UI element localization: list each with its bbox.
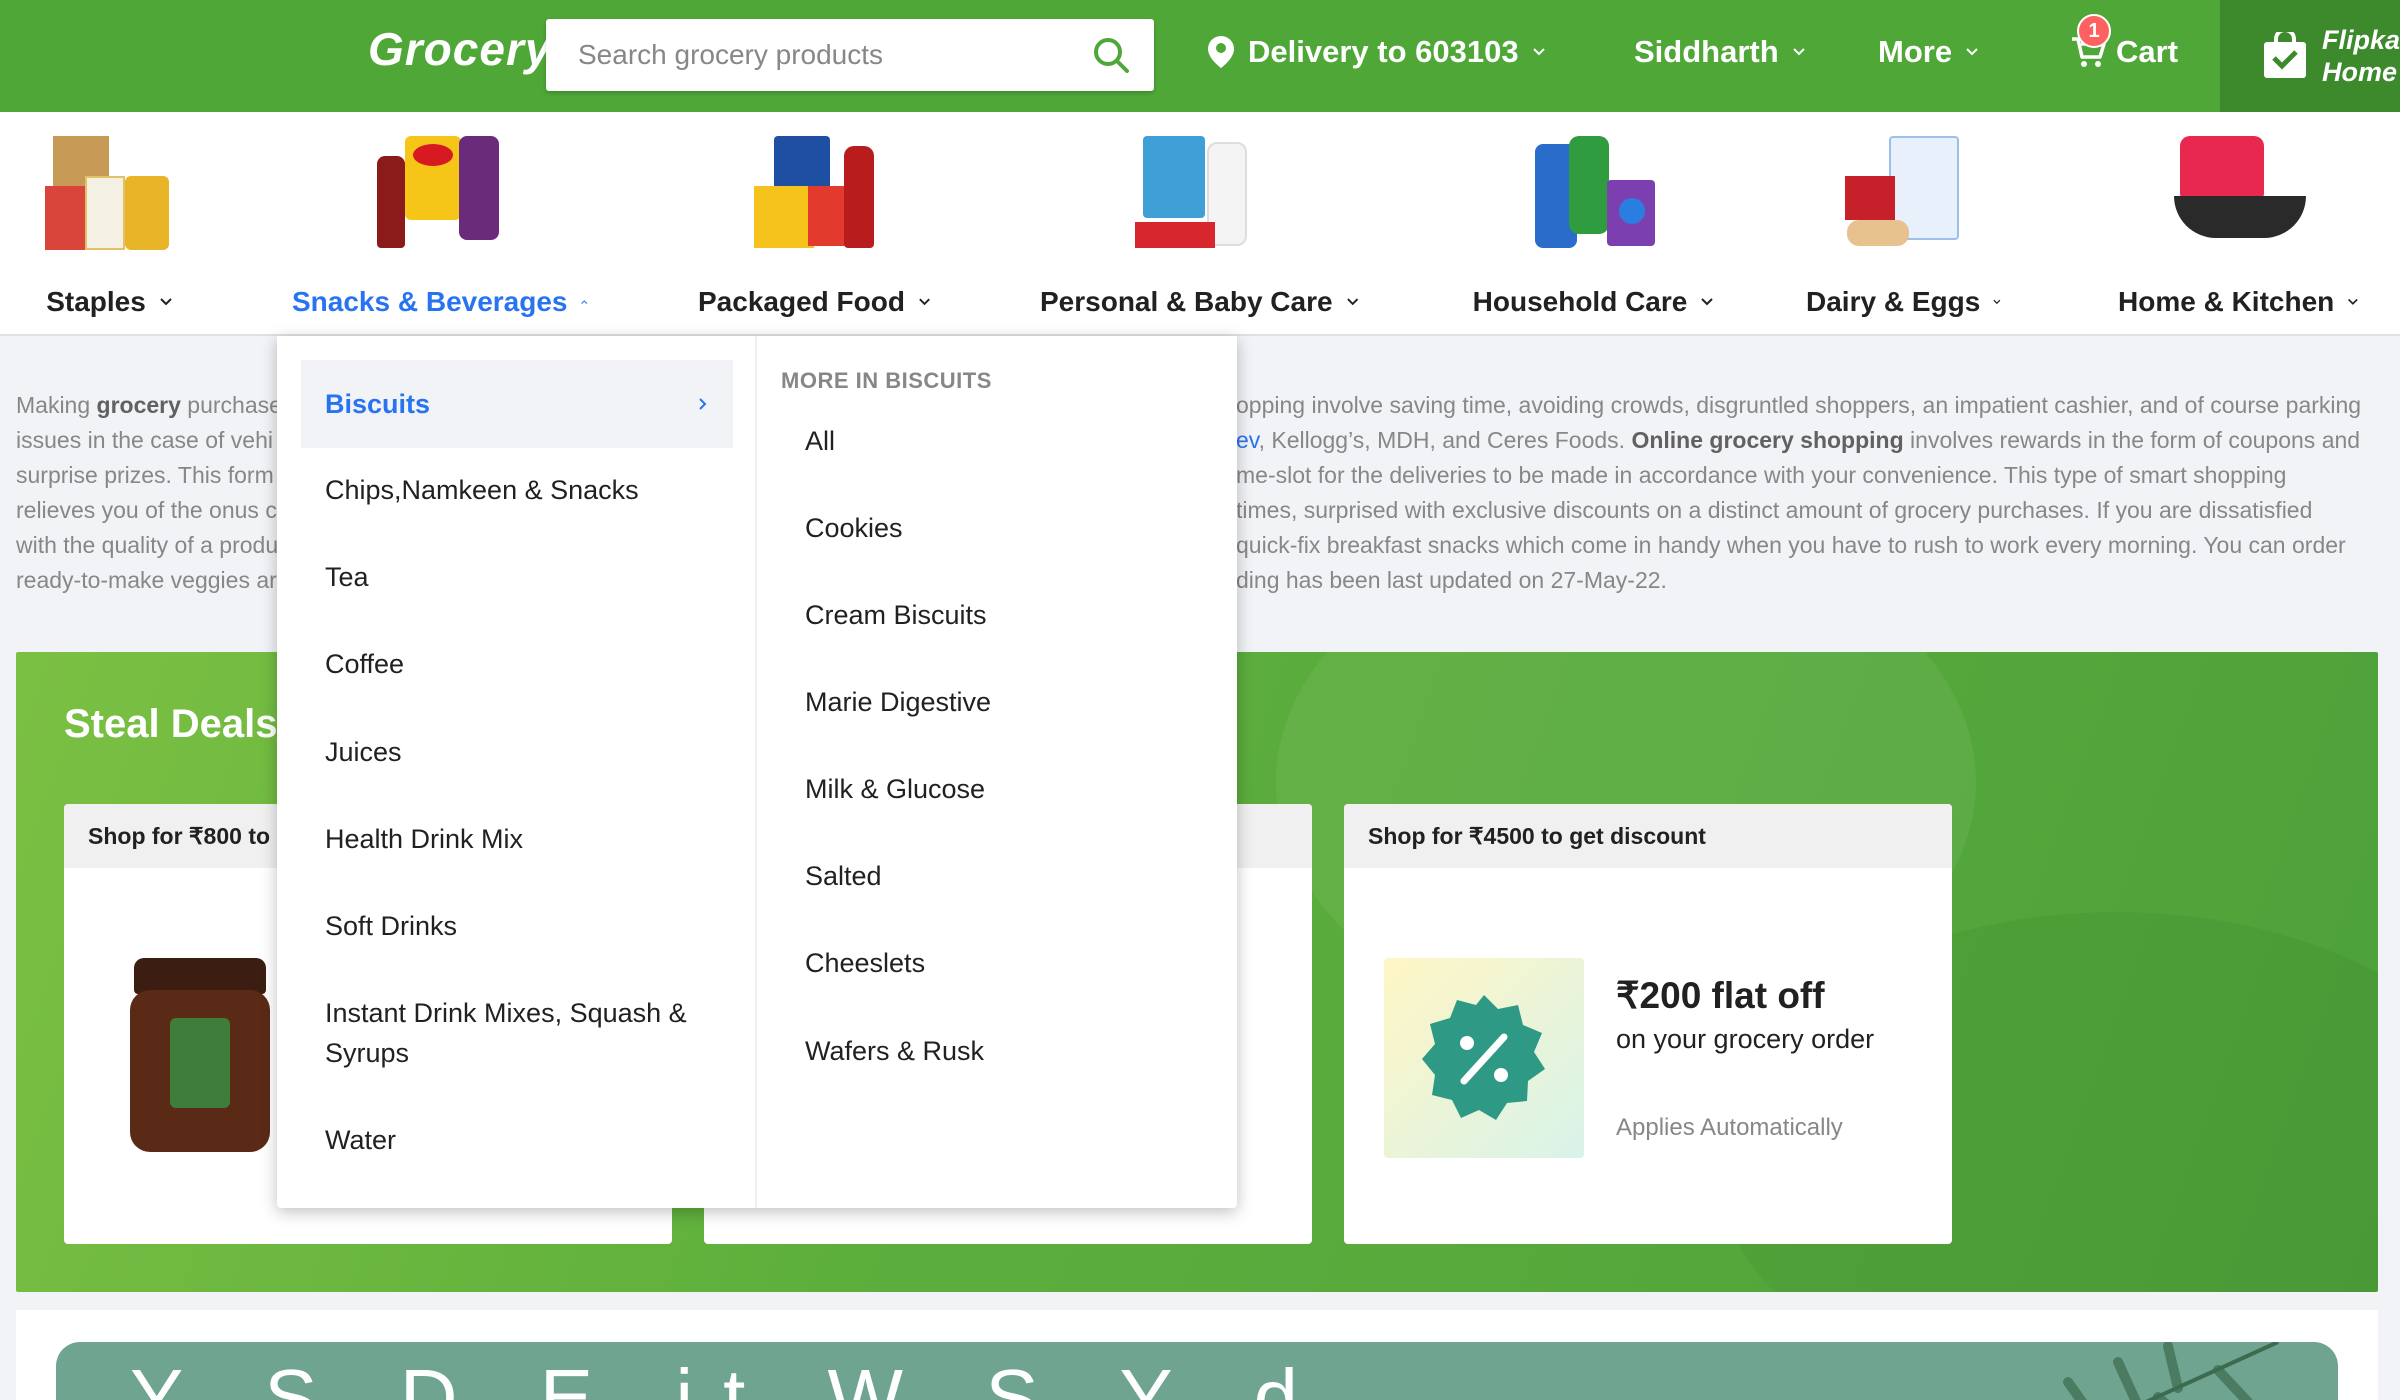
- more-in-heading: MORE IN BISCUITS: [781, 368, 992, 393]
- subcategory-water[interactable]: Water: [301, 1120, 733, 1160]
- category-staples[interactable]: Staples: [28, 112, 192, 336]
- flipkart-home-button[interactable]: Flipkart Home: [2220, 0, 2400, 112]
- cart-count-badge: 1: [2077, 14, 2111, 48]
- household-care-image: [1529, 136, 1659, 266]
- chevron-right-icon: [699, 398, 707, 410]
- leaf-decoration-icon: [2063, 1342, 2279, 1400]
- biscuits-wafers-rusk-link[interactable]: Wafers & Rusk: [805, 1036, 984, 1067]
- delivery-label: Delivery to 603103: [1248, 34, 1519, 69]
- delivery-location-selector[interactable]: Delivery to 603103: [1208, 34, 1547, 70]
- chevron-down-icon: [919, 298, 930, 306]
- subcategory-chips-namkeen-snacks[interactable]: Chips,Namkeen & Snacks: [301, 470, 733, 510]
- category-label: Staples: [46, 286, 146, 317]
- coffee-jar-image: [130, 958, 270, 1152]
- category-label: Home & Kitchen: [2118, 286, 2335, 317]
- offer-title: ₹200 flat off: [1616, 975, 1825, 1016]
- location-pin-icon: [1208, 36, 1234, 68]
- subcategory-juices[interactable]: Juices: [301, 732, 733, 772]
- top-header: Grocery Delivery to 603103 Siddharth Mor…: [0, 0, 2400, 112]
- chevron-down-icon: [2348, 298, 2359, 305]
- fruits-vegetables-banner[interactable]: Y S D E it W S Y d: [56, 1342, 2338, 1400]
- dairy-eggs-image: [1839, 136, 1969, 266]
- chevron-down-icon: [1346, 298, 1358, 306]
- offer-note: Applies Automatically: [1616, 1114, 1843, 1141]
- snacks-beverages-image: [375, 136, 505, 266]
- category-label: Snacks & Beverages: [292, 286, 568, 317]
- category-snacks-beverages[interactable]: Snacks & Beverages: [292, 112, 588, 336]
- grocery-logo[interactable]: Grocery: [368, 22, 551, 76]
- deal-card-heading: Shop for ₹4500 to get discount: [1344, 804, 1952, 868]
- category-label: Packaged Food: [698, 286, 905, 317]
- packaged-food-image: [750, 136, 880, 266]
- biscuits-milk-glucose-link[interactable]: Milk & Glucose: [805, 774, 985, 805]
- account-menu[interactable]: Siddharth: [1634, 34, 1807, 70]
- flipkart-bag-icon: [2264, 32, 2306, 78]
- subcategory-list: Biscuits Chips,Namkeen & Snacks Tea Coff…: [277, 336, 757, 1208]
- biscuits-all-link[interactable]: All: [805, 426, 835, 457]
- flipkart-home-label: Flipkart Home: [2322, 25, 2400, 87]
- category-dairy-eggs[interactable]: Dairy & Eggs: [1806, 112, 2002, 336]
- biscuits-salted-link[interactable]: Salted: [805, 861, 882, 892]
- chevron-down-icon: [1966, 48, 1978, 56]
- more-label: More: [1878, 34, 1953, 69]
- description-link[interactable]: ev: [1236, 427, 1259, 453]
- subcategory-coffee[interactable]: Coffee: [301, 644, 733, 684]
- subcategory-biscuits[interactable]: Biscuits: [301, 360, 733, 448]
- discount-badge-image: [1384, 958, 1584, 1158]
- subcategory-soft-drinks[interactable]: Soft Drinks: [301, 906, 733, 946]
- chevron-down-icon: [1993, 299, 2001, 305]
- deal-card[interactable]: Shop for ₹4500 to get discount ₹200 flat…: [1344, 804, 1952, 1244]
- category-packaged-food[interactable]: Packaged Food: [698, 112, 932, 336]
- staples-image: [45, 136, 175, 266]
- subcategory-instant-drink-mixes[interactable]: Instant Drink Mixes, Squash & Syrups: [301, 993, 733, 1073]
- category-household-care[interactable]: Household Care: [1460, 112, 1728, 336]
- description-right-fragment: opping involve saving time, avoiding cro…: [1236, 392, 2362, 593]
- biscuits-cream-link[interactable]: Cream Biscuits: [805, 600, 987, 631]
- user-name: Siddharth: [1634, 34, 1779, 69]
- chevron-down-icon: [1532, 48, 1545, 56]
- bottom-section: Y S D E it W S Y d: [16, 1310, 2378, 1400]
- biscuits-cookies-link[interactable]: Cookies: [805, 513, 903, 544]
- category-personal-baby-care[interactable]: Personal & Baby Care: [1040, 112, 1360, 336]
- search-icon[interactable]: [1092, 36, 1130, 74]
- snacks-beverages-dropdown: Biscuits Chips,Namkeen & Snacks Tea Coff…: [277, 336, 1237, 1208]
- description-left-fragment: Making grocery purchase issues in the ca…: [16, 392, 282, 593]
- chevron-down-icon: [1792, 48, 1805, 56]
- more-in-biscuits-panel: MORE IN BISCUITS All Cookies Cream Biscu…: [757, 336, 1237, 1208]
- category-label: Household Care: [1472, 286, 1688, 317]
- category-label: Dairy & Eggs: [1806, 286, 1981, 317]
- chevron-up-icon: [580, 300, 587, 304]
- more-menu[interactable]: More: [1878, 34, 1980, 70]
- subcategory-tea[interactable]: Tea: [301, 557, 733, 597]
- offer-subtitle: on your grocery order: [1616, 1024, 1875, 1054]
- banner-text: Y S D E it W S Y d: [130, 1353, 1329, 1400]
- chevron-down-icon: [160, 298, 172, 306]
- biscuits-cheeslets-link[interactable]: Cheeslets: [805, 948, 925, 979]
- chevron-down-icon: [1701, 298, 1714, 306]
- search-box[interactable]: [546, 19, 1154, 91]
- home-kitchen-image: [2174, 136, 2306, 266]
- cart-label: Cart: [2116, 34, 2179, 69]
- personal-baby-care-image: [1135, 136, 1265, 266]
- biscuits-marie-digestive-link[interactable]: Marie Digestive: [805, 687, 991, 718]
- category-bar: Staples Snacks & Beverages Packaged Food: [0, 112, 2400, 336]
- percent-badge-icon: [1422, 995, 1545, 1120]
- category-home-kitchen[interactable]: Home & Kitchen: [2118, 112, 2360, 336]
- category-label: Personal & Baby Care: [1040, 286, 1333, 317]
- search-input[interactable]: [546, 19, 1154, 91]
- subcategory-health-drink-mix[interactable]: Health Drink Mix: [301, 819, 733, 859]
